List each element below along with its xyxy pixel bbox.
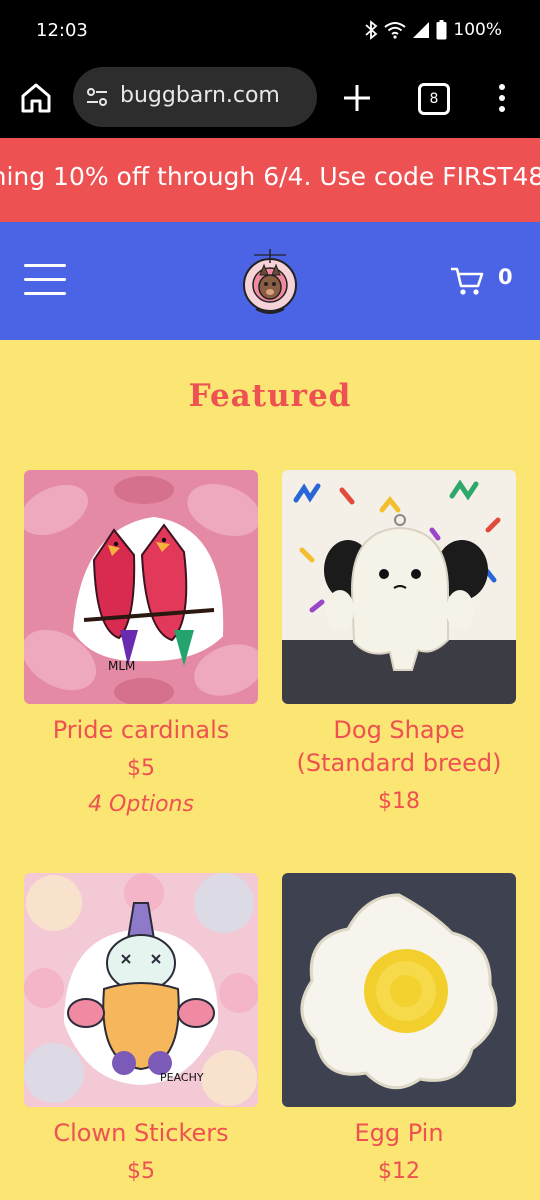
site-settings-icon[interactable] — [85, 85, 109, 109]
status-bar: 12:03 100% — [0, 0, 540, 62]
product-name[interactable]: Clown Stickers — [24, 1117, 258, 1150]
battery-icon — [436, 20, 447, 40]
promo-banner: ything 10% off through 6/4. Use code FIR… — [0, 138, 540, 222]
svg-text:PEACHY: PEACHY — [160, 1071, 204, 1084]
status-icons: 100% — [364, 20, 502, 40]
product-price: $5 — [127, 756, 155, 781]
product-price: $5 — [127, 1159, 155, 1184]
site-header: 0 — [0, 222, 540, 340]
svg-text:MLM: MLM — [108, 659, 135, 673]
product-price: $12 — [378, 1159, 420, 1184]
product-name[interactable]: Egg Pin — [282, 1117, 516, 1150]
hamburger-menu-icon[interactable] — [24, 264, 66, 296]
product-image-pride-cardinals[interactable]: MLM — [24, 470, 258, 704]
status-time: 12:03 — [36, 20, 88, 41]
promo-text: ything 10% off through 6/4. Use code FIR… — [0, 162, 540, 191]
tab-switcher-button[interactable]: 8 — [418, 83, 450, 115]
bugg-barn-logo[interactable] — [238, 247, 302, 317]
cart-icon[interactable] — [450, 266, 484, 296]
product-card[interactable]: PEACHY Clown Stickers $5 — [24, 873, 258, 1188]
url-text: buggbarn.com — [120, 83, 280, 108]
signal-icon — [413, 22, 430, 38]
product-image-dog-shape[interactable] — [282, 470, 516, 704]
new-tab-icon[interactable] — [340, 81, 374, 115]
wifi-icon — [384, 22, 407, 39]
bluetooth-icon — [365, 20, 378, 40]
product-card[interactable]: MLM Pride cardinals $5 4 Options — [24, 470, 258, 821]
product-name[interactable]: Dog Shape (Standard breed) — [282, 714, 516, 780]
battery-percent: 100% — [453, 20, 502, 40]
cart-count[interactable]: 0 — [498, 265, 513, 289]
more-menu-icon[interactable] — [490, 80, 514, 116]
product-card[interactable]: Dog Shape (Standard breed) $18 — [282, 470, 516, 818]
home-icon[interactable] — [18, 80, 54, 116]
product-name[interactable]: Pride cardinals — [24, 714, 258, 747]
product-image-egg-pin[interactable] — [282, 873, 516, 1107]
product-image-clown-stickers[interactable]: PEACHY — [24, 873, 258, 1107]
browser-toolbar: buggbarn.com 8 — [0, 62, 540, 138]
featured-heading: Featured — [188, 378, 352, 414]
product-options: 4 Options — [88, 792, 194, 817]
product-card[interactable]: Egg Pin $12 — [282, 873, 516, 1188]
product-price: $18 — [378, 789, 420, 814]
address-bar[interactable]: buggbarn.com — [73, 67, 317, 127]
